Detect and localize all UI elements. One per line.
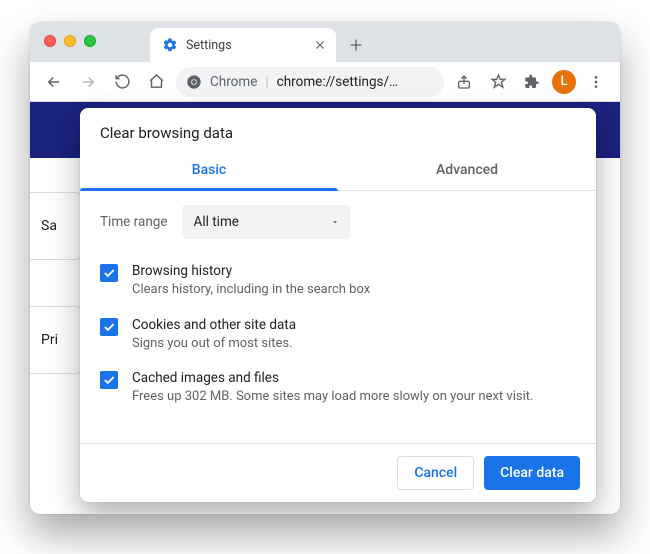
settings-card[interactable]: Sa xyxy=(30,192,82,260)
option-cookies[interactable]: Cookies and other site data Signs you ou… xyxy=(100,309,576,363)
time-range-value: All time xyxy=(194,214,239,230)
dialog-tabs: Basic Advanced xyxy=(80,152,596,191)
option-cache[interactable]: Cached images and files Frees up 302 MB.… xyxy=(100,362,576,416)
button-label: Clear data xyxy=(500,465,564,481)
dialog-body: Time range All time Browsing history xyxy=(80,191,596,443)
settings-card-label: Pri xyxy=(41,332,58,348)
tab-basic[interactable]: Basic xyxy=(80,152,338,190)
fullscreen-window-button[interactable] xyxy=(84,35,96,47)
tab-title: Settings xyxy=(186,38,306,53)
close-window-button[interactable] xyxy=(44,35,56,47)
tab-advanced[interactable]: Advanced xyxy=(338,152,596,190)
tab-strip: Settings xyxy=(30,22,620,62)
close-tab-button[interactable] xyxy=(314,39,326,51)
bookmark-button[interactable] xyxy=(484,68,512,96)
home-button[interactable] xyxy=(142,68,170,96)
option-desc: Clears history, including in the search … xyxy=(132,281,370,299)
toolbar: Chrome | chrome://settings/… L xyxy=(30,62,620,102)
checkbox[interactable] xyxy=(100,264,118,282)
button-label: Cancel xyxy=(414,465,457,481)
back-button[interactable] xyxy=(40,68,68,96)
clear-data-button[interactable]: Clear data xyxy=(484,456,580,490)
share-button[interactable] xyxy=(450,68,478,96)
tab-label: Advanced xyxy=(436,162,498,178)
option-title: Browsing history xyxy=(132,263,370,279)
forward-button[interactable] xyxy=(74,68,102,96)
dialog-title: Clear browsing data xyxy=(80,108,596,152)
option-desc: Signs you out of most sites. xyxy=(132,335,296,353)
chrome-icon xyxy=(186,74,202,90)
address-bar[interactable]: Chrome | chrome://settings/… xyxy=(176,67,444,97)
address-url: chrome://settings/… xyxy=(277,74,398,90)
minimize-window-button[interactable] xyxy=(64,35,76,47)
address-label: Chrome xyxy=(210,74,257,90)
reload-button[interactable] xyxy=(108,68,136,96)
chevron-down-icon xyxy=(330,217,340,227)
option-title: Cookies and other site data xyxy=(132,317,296,333)
address-separator: | xyxy=(265,74,268,90)
option-desc: Frees up 302 MB. Some sites may load mor… xyxy=(132,388,533,406)
settings-gear-icon xyxy=(162,37,178,53)
dialog-footer: Cancel Clear data xyxy=(80,443,596,502)
extensions-button[interactable] xyxy=(518,68,546,96)
settings-card-label: Sa xyxy=(41,218,57,234)
overflow-menu-button[interactable] xyxy=(582,68,610,96)
time-range-label: Time range xyxy=(100,214,168,230)
browser-window: Settings xyxy=(30,22,620,514)
clear-browsing-data-dialog: Clear browsing data Basic Advanced Time … xyxy=(80,108,596,502)
option-title: Cached images and files xyxy=(132,370,533,386)
avatar-initial: L xyxy=(560,74,567,89)
new-tab-button[interactable] xyxy=(342,31,370,59)
profile-avatar[interactable]: L xyxy=(552,70,576,94)
checkbox[interactable] xyxy=(100,318,118,336)
cancel-button[interactable]: Cancel xyxy=(397,456,474,490)
time-range-select[interactable]: All time xyxy=(182,205,350,239)
tab-label: Basic xyxy=(192,162,226,178)
settings-card[interactable]: Pri xyxy=(30,306,82,374)
browser-tab[interactable]: Settings xyxy=(150,28,336,62)
option-browsing-history[interactable]: Browsing history Clears history, includi… xyxy=(100,255,576,309)
window-controls xyxy=(44,35,96,47)
checkbox[interactable] xyxy=(100,371,118,389)
